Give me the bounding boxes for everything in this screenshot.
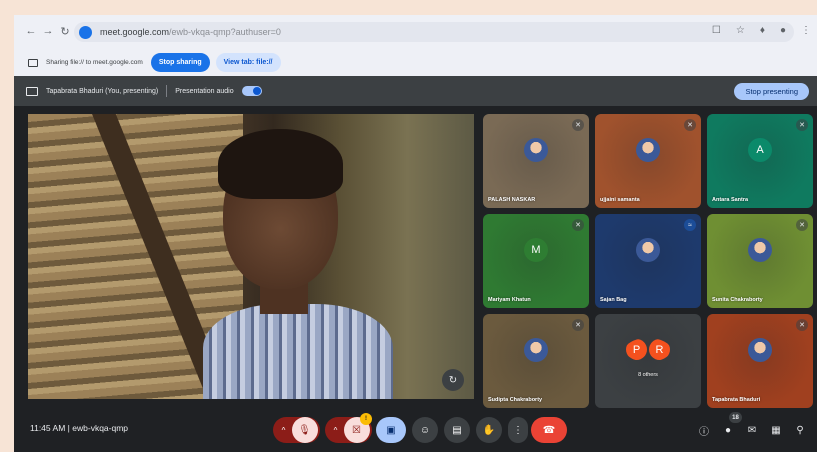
present-now-icon[interactable]: ▣ [376,417,406,443]
toggle-knob [252,87,261,95]
view-tab-button[interactable]: View tab: file:// [215,53,281,72]
meeting-details-icon[interactable]: ⓘ [695,421,713,439]
extension-icon[interactable]: ♦ [760,25,765,36]
others-avatars: PR [625,338,671,362]
video-shirt [203,304,393,399]
arrow-left-icon[interactable]: ← [24,25,38,37]
more-options-icon[interactable]: ⋮ [508,417,528,443]
presentation-stage: ↻ [28,114,474,399]
activities-icon[interactable]: ▦ [767,421,785,439]
participant-name: 8 others [638,372,658,378]
participant-tile[interactable]: ✕ ujjaini samanta [595,114,701,208]
participant-tile[interactable]: ✕ Tapabrata Bhaduri [707,314,813,408]
participants-count-badge: 18 [729,412,742,423]
camera-options-caret[interactable]: ^ [328,426,344,435]
participant-tile[interactable]: ✕ Sunita Chakraborty [707,214,813,308]
mic-active-icon: ≈ [684,219,696,231]
url-path: /ewb-vkqa-qmp?authuser=0 [169,27,281,37]
mic-muted-icon: ✕ [796,319,808,331]
people-icon[interactable]: ● [719,421,737,439]
captions-icon[interactable]: ▤ [444,417,470,443]
participant-name: PALASH NASKAR [488,197,536,203]
participant-tile[interactable]: M ✕ Mariyam Khatun [483,214,589,308]
participant-avatar [748,237,772,262]
participant-avatar [636,137,660,162]
meeting-code: ewb-vkqa-qmp [72,423,129,433]
participant-name: Antara Santra [712,197,749,203]
browser-actions: ☐ ☆ ♦ ● ⋮ [712,25,811,36]
mic-muted-icon: ✕ [572,219,584,231]
browser-chrome: ← → ↻ meet.google.com/ewb-vkqa-qmp?authu… [14,15,817,76]
participant-name: Sunita Chakraborty [712,297,763,303]
info-separator: | [67,423,70,433]
presentation-audio-toggle[interactable] [241,86,262,96]
screen-share-icon [28,58,38,67]
stop-sharing-button[interactable]: Stop sharing [150,53,210,72]
mic-muted-icon: ✕ [796,219,808,231]
mic-muted-icon: ✕ [684,119,696,131]
url-host: meet.google.com [100,27,170,37]
sharing-bar: Sharing file:// to meet.google.com Stop … [14,49,817,76]
address-row: ← → ↻ meet.google.com/ewb-vkqa-qmp?authu… [14,15,817,49]
reload-icon[interactable]: ↻ [58,25,72,38]
mic-muted-icon: ✕ [572,319,584,331]
profile-icon[interactable]: ● [780,25,786,36]
participant-tile[interactable]: ≈ Sajan Bag [595,214,701,308]
address-bar[interactable]: meet.google.com/ewb-vkqa-qmp?authuser=0 [74,22,794,42]
participant-avatar-letter: A [748,137,772,162]
others-avatar-letter: R [649,339,670,361]
meeting-toolbar: 11:45 AM | ewb-vkqa-qmp ^ 🎙 ^ ☒ ! ▣ ☺ ▤ … [14,409,817,452]
rotate-icon[interactable]: ↻ [442,369,464,391]
participant-name: Sajan Bag [600,297,627,303]
participant-avatar-letter: M [524,237,548,262]
presenting-bar: Tapabrata Bhaduri (You, presenting) Pres… [14,76,817,106]
arrow-right-icon[interactable]: → [41,25,55,37]
divider [166,85,168,97]
meeting-info: 11:45 AM | ewb-vkqa-qmp [30,423,128,433]
participant-avatar [524,137,548,162]
participant-avatar [748,337,772,362]
presenter-text: Tapabrata Bhaduri (You, presenting) [46,87,159,95]
participant-tile[interactable]: A ✕ Antara Santra [707,114,813,208]
participant-name: Sudipta Chakraborty [488,397,543,403]
participant-tile[interactable]: ✕ PALASH NASKAR [483,114,589,208]
participant-tile[interactable]: PR 8 others [595,314,701,408]
browser-window: ← → ↻ meet.google.com/ewb-vkqa-qmp?authu… [14,15,817,452]
participant-name: ujjaini samanta [600,197,640,203]
mic-options-caret[interactable]: ^ [276,426,292,435]
participant-tile[interactable]: ✕ Sudipta Chakraborty [483,314,589,408]
stop-presenting-button[interactable]: Stop presenting [734,83,809,100]
participant-name: Tapabrata Bhaduri [712,397,761,403]
mic-off-icon[interactable]: 🎙 [291,417,318,443]
translate-icon[interactable]: ☐ [712,25,721,36]
video-hair [218,129,343,199]
mic-muted-icon: ✕ [796,119,808,131]
menu-dots-icon[interactable]: ⋮ [801,25,811,36]
camera-warning-badge: ! [360,413,372,425]
sharing-text: Sharing file:// to meet.google.com [46,59,143,66]
chat-icon[interactable]: ✉ [743,421,761,439]
bookmark-star-icon[interactable]: ☆ [736,25,745,36]
site-info-icon[interactable] [79,25,92,39]
host-controls-icon[interactable]: ⚲ [791,421,809,439]
emoji-icon[interactable]: ☺ [412,417,438,443]
presentation-audio-label: Presentation audio [175,87,234,95]
others-avatar-letter: P [626,339,647,361]
participant-avatar [636,237,660,262]
leave-call-icon[interactable]: ☎ [531,417,567,443]
mic-muted-icon: ✕ [572,119,584,131]
mic-control: ^ 🎙 [273,417,320,443]
participant-name: Mariyam Khatun [488,297,531,303]
meeting-time: 11:45 AM [30,423,66,433]
present-screen-icon [26,86,38,96]
participant-avatar [524,337,548,362]
raise-hand-icon[interactable]: ✋ [476,417,502,443]
